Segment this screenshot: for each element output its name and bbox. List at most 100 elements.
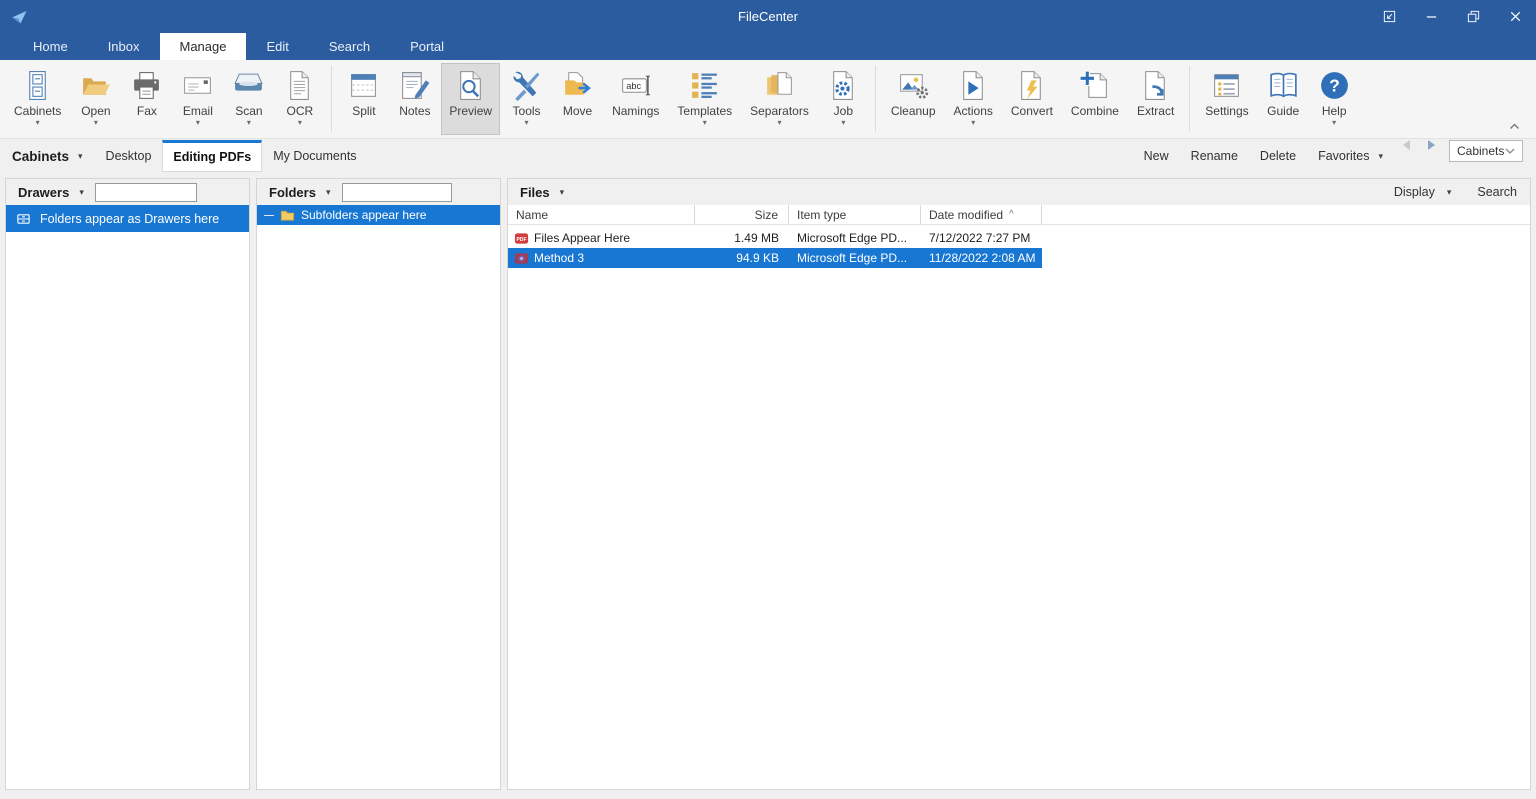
- column-header-name[interactable]: Name: [508, 205, 695, 224]
- guide-icon: [1267, 69, 1300, 102]
- files-list: PDF Files Appear Here 1.49 MB Microsoft Edg…: [508, 225, 1530, 268]
- column-header-label: Size: [754, 207, 778, 222]
- ribbon-extract-button[interactable]: Extract: [1129, 63, 1182, 135]
- actions-icon: [957, 69, 990, 102]
- file-type-cell: Microsoft Edge PD...: [797, 251, 908, 265]
- dropdown-caret-icon: ▾: [1332, 118, 1337, 127]
- ribbon-combine-button[interactable]: Combine: [1063, 63, 1127, 135]
- tab-actions: New Rename Delete Favorites ▾: [1133, 140, 1394, 172]
- tab-my-documents[interactable]: My Documents: [262, 140, 367, 172]
- ribbon-split-button[interactable]: Split: [339, 63, 388, 135]
- chevron-up-icon: [1509, 123, 1519, 129]
- separators-icon: [763, 69, 796, 102]
- ribbon-email-button[interactable]: Email ▾: [173, 63, 222, 135]
- collapse-ribbon-button[interactable]: [1505, 119, 1523, 133]
- popout-button[interactable]: [1368, 0, 1410, 33]
- ribbon-group-separator: [874, 66, 876, 132]
- file-type-cell: Microsoft Edge PD...: [797, 231, 908, 245]
- pdf-file-icon: PDF: [514, 231, 529, 246]
- ribbon-cleanup-button[interactable]: Cleanup: [883, 63, 944, 135]
- file-size-cell: 94.9 KB: [736, 251, 779, 265]
- action-rename-button[interactable]: Rename: [1180, 149, 1249, 163]
- tab-editing-pdfs[interactable]: Editing PDFs: [162, 140, 263, 172]
- tab-desktop[interactable]: Desktop: [95, 140, 163, 172]
- folders-search-input[interactable]: [341, 182, 452, 202]
- file-size-cell: 1.49 MB: [734, 231, 779, 245]
- menu-portal[interactable]: Portal: [390, 33, 464, 60]
- dropdown-caret-icon[interactable]: ▾: [79, 187, 84, 198]
- ribbon-fax-button[interactable]: Fax: [122, 63, 171, 135]
- drawers-title: Drawers: [18, 184, 70, 200]
- action-delete-button[interactable]: Delete: [1249, 149, 1307, 163]
- dropdown-caret-icon: ▾: [35, 118, 40, 127]
- drawer-item[interactable]: Folders appear as Drawers here: [6, 205, 249, 232]
- ribbon-templates-button[interactable]: Templates ▾: [669, 63, 740, 135]
- column-header-item-type[interactable]: Item type: [789, 205, 921, 224]
- action-favorites-button[interactable]: Favorites ▾: [1307, 149, 1394, 163]
- files-column-headers: Name Size Item type Date modified ^: [508, 205, 1530, 225]
- ribbon-open-button[interactable]: Open ▾: [71, 63, 120, 135]
- folder-icon: [280, 208, 295, 223]
- cabinets-icon: [21, 69, 54, 102]
- ribbon-scan-button[interactable]: Scan ▾: [224, 63, 273, 135]
- ribbon-cabinets-button[interactable]: Cabinets ▾: [6, 63, 69, 135]
- ribbon-tools-button[interactable]: Tools ▾: [502, 63, 551, 135]
- folders-panel-header: Folders ▾: [257, 179, 500, 205]
- drawers-search-input[interactable]: [94, 182, 197, 202]
- forward-arrow-button[interactable]: [1428, 140, 1435, 150]
- action-new-button[interactable]: New: [1133, 149, 1180, 163]
- ribbon-guide-button[interactable]: Guide: [1259, 63, 1308, 135]
- file-name-cell: PDF Files Appear Here: [508, 231, 695, 246]
- file-name: Method 3: [534, 251, 585, 265]
- extract-icon: [1139, 69, 1172, 102]
- minimize-button[interactable]: [1410, 0, 1452, 33]
- dropdown-caret-icon: ▾: [1378, 150, 1383, 161]
- ribbon-ocr-button[interactable]: OCR ▾: [275, 63, 324, 135]
- ribbon-settings-button[interactable]: Settings: [1197, 63, 1256, 135]
- dropdown-caret-icon: ▾: [1446, 186, 1452, 197]
- menu-manage[interactable]: Manage: [159, 33, 247, 60]
- column-header-size[interactable]: Size: [695, 205, 789, 224]
- dropdown-caret-icon: ▾: [93, 118, 98, 127]
- close-button[interactable]: [1494, 0, 1536, 33]
- file-modified-cell: 7/12/2022 7:27 PM: [929, 231, 1031, 245]
- job-icon: [827, 69, 860, 102]
- drawer-item-label: Folders appear as Drawers here: [40, 211, 220, 226]
- files-title: Files: [520, 184, 550, 200]
- file-name: Files Appear Here: [534, 231, 631, 245]
- ribbon-namings-button[interactable]: abc Namings: [604, 63, 667, 135]
- folder-item[interactable]: Subfolders appear here: [257, 205, 500, 225]
- preview-icon: [454, 69, 487, 102]
- menubar: Home Inbox Manage Edit Search Portal: [0, 33, 1536, 60]
- dropdown-caret-icon[interactable]: ▾: [326, 187, 331, 198]
- ribbon-group-separator: [1189, 66, 1191, 132]
- restore-button[interactable]: [1452, 0, 1494, 33]
- cleanup-icon: [897, 69, 930, 102]
- dropdown-caret-icon: ▾: [524, 118, 529, 127]
- ribbon-notes-button[interactable]: Notes: [390, 63, 439, 135]
- files-search-button[interactable]: Search: [1477, 185, 1517, 199]
- file-row[interactable]: PDF Files Appear Here 1.49 MB Microsoft Edg…: [508, 228, 1042, 248]
- ribbon-convert-button[interactable]: Convert: [1003, 63, 1061, 135]
- menu-search[interactable]: Search: [309, 33, 390, 60]
- back-arrow-button[interactable]: [1403, 140, 1410, 150]
- ribbon-actions-button[interactable]: Actions ▾: [946, 63, 1001, 135]
- menu-inbox[interactable]: Inbox: [88, 33, 160, 60]
- cabinet-tabstrip: Cabinets ▾ Desktop Editing PDFs My Documen…: [0, 140, 1536, 172]
- ribbon-help-button[interactable]: ? Help ▾: [1310, 63, 1359, 135]
- combine-icon: [1078, 69, 1111, 102]
- templates-icon: [688, 69, 721, 102]
- display-button[interactable]: Display ▾: [1394, 185, 1452, 199]
- drawers-panel: Drawers ▾ Folders appear as Drawers here: [5, 178, 250, 790]
- cabinets-menu-button[interactable]: Cabinets ▾: [0, 140, 95, 172]
- file-row[interactable]: Method 3 94.9 KB Microsoft Edge PD... 11/28…: [508, 248, 1042, 268]
- column-header-date-modified[interactable]: Date modified ^: [921, 205, 1042, 224]
- menu-edit[interactable]: Edit: [246, 33, 308, 60]
- ribbon-move-button[interactable]: Move: [553, 63, 602, 135]
- ribbon-preview-button[interactable]: Preview: [441, 63, 501, 135]
- dropdown-caret-icon[interactable]: ▾: [560, 187, 565, 198]
- menu-home[interactable]: Home: [13, 33, 88, 60]
- ribbon-separators-button[interactable]: Separators ▾: [742, 63, 817, 135]
- location-combobox[interactable]: Cabinets: [1449, 140, 1523, 162]
- ribbon-job-button[interactable]: Job ▾: [819, 63, 868, 135]
